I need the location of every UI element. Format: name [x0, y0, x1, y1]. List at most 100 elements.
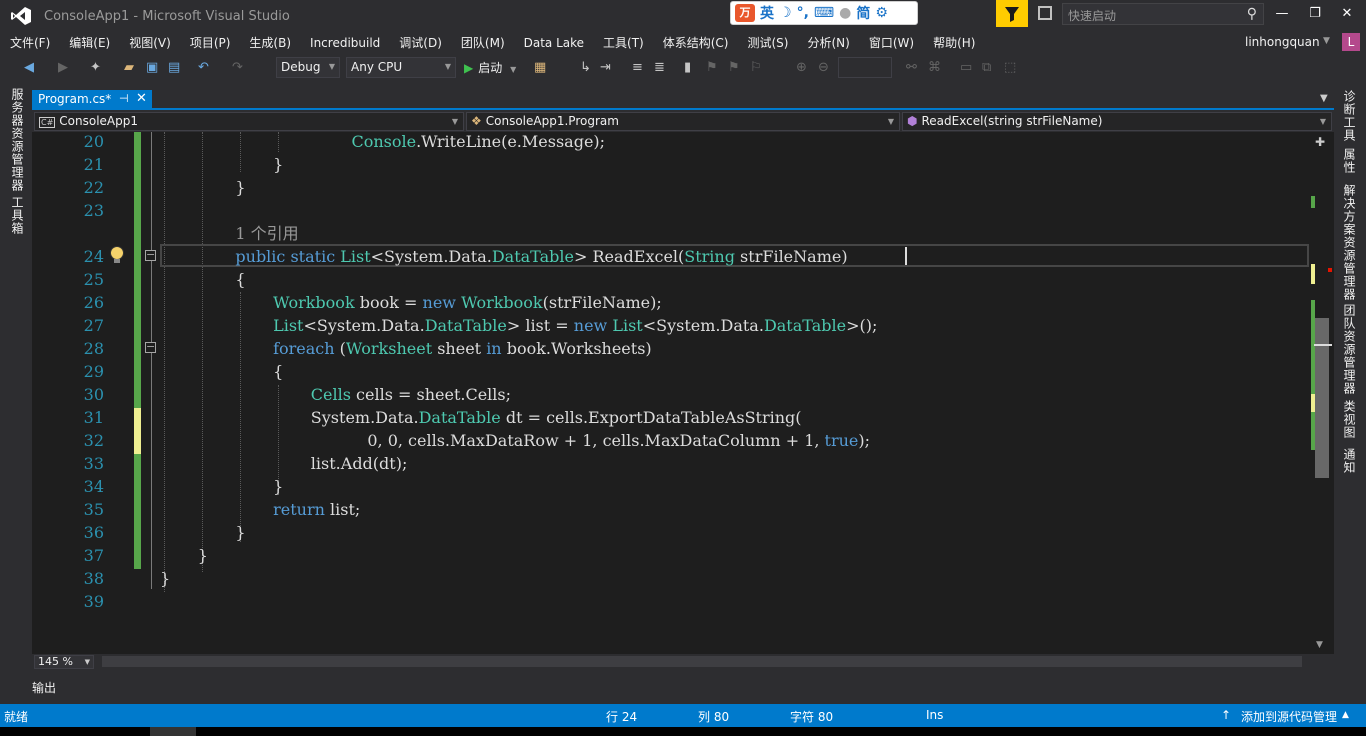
code-line[interactable]: 32 0, 0, cells.MaxDataRow + 1, cells.MaxD…	[32, 429, 1312, 452]
team-explorer-tab[interactable]: 团队资源管理器	[1341, 304, 1358, 395]
code-line[interactable]: 26 Workbook book = new Workbook(strFileNa…	[32, 291, 1312, 314]
undo-icon[interactable]: ↶	[198, 59, 209, 77]
properties-tab[interactable]: 属性	[1341, 148, 1358, 174]
code-line[interactable]: 27 List<System.Data.DataTable> list = new…	[32, 314, 1312, 337]
tab-program-cs[interactable]: Program.cs* ⊣ ✕	[32, 90, 152, 110]
code-editor[interactable]: − − 20 Console.WriteLine(e.Message); 21} 2…	[32, 132, 1334, 654]
menu-team[interactable]: 团队(M)	[461, 34, 505, 51]
restore-icon[interactable]: ❐	[1307, 6, 1323, 22]
window-icon[interactable]: ▭	[960, 59, 972, 77]
menu-help[interactable]: 帮助(H)	[933, 34, 975, 51]
start-debug-button[interactable]: ▶ 启动 ▼	[464, 59, 516, 76]
step-over-icon[interactable]: ⇥	[600, 59, 611, 77]
split-window-icon[interactable]: ✚	[1315, 135, 1325, 149]
menu-tools[interactable]: 工具(T)	[603, 34, 644, 51]
ime-punct-icon[interactable]: °,	[797, 5, 809, 21]
back-icon[interactable]: ◀	[24, 59, 34, 77]
redo-icon[interactable]: ↷	[232, 59, 243, 77]
code-line[interactable]: 20 Console.WriteLine(e.Message);	[32, 132, 1312, 153]
tab-list-dropdown-icon[interactable]: ▼	[1320, 93, 1328, 104]
comment-icon[interactable]: ≡	[632, 59, 643, 77]
code-line[interactable]: 30 Cells cells = sheet.Cells;	[32, 383, 1312, 406]
code-line[interactable]: 22}	[32, 176, 1312, 199]
platform-select[interactable]: Any CPU ▼	[346, 57, 456, 78]
menu-build[interactable]: 生成(B)	[249, 34, 291, 51]
uncomment-icon[interactable]: ≣	[654, 59, 665, 77]
menu-architecture[interactable]: 体系结构(C)	[663, 34, 729, 51]
zoom-in-icon[interactable]: ⊕	[796, 59, 807, 77]
menu-data-lake[interactable]: Data Lake	[524, 36, 584, 50]
quick-launch-input[interactable]: 快速启动 ⚲	[1062, 3, 1264, 25]
ime-settings-icon[interactable]: ⚙	[875, 5, 888, 21]
diagram-icon[interactable]: ⚯	[906, 59, 917, 77]
code-line[interactable]: 35 return list;	[32, 498, 1312, 521]
code-line[interactable]: 36}	[32, 521, 1312, 544]
feedback-filter-button[interactable]	[996, 0, 1028, 27]
server-explorer-tab[interactable]: 服务器资源管理器	[9, 88, 26, 192]
toolbox-tab[interactable]: 工具箱	[9, 196, 26, 235]
horizontal-scrollbar[interactable]	[102, 656, 1302, 667]
menu-view[interactable]: 视图(V)	[129, 34, 171, 51]
avatar[interactable]: L	[1342, 33, 1360, 51]
find-combo[interactable]	[838, 57, 892, 78]
code-line[interactable]: 28 foreach (Worksheet sheet in book.Works…	[32, 337, 1312, 360]
clear-bookmarks-icon[interactable]: ⚐	[750, 59, 762, 77]
codelens-row[interactable]: 1 个引用	[32, 222, 1312, 245]
diagnostic-tools-tab[interactable]: 诊断工具	[1341, 90, 1358, 142]
taskbar-active-app[interactable]	[150, 727, 196, 736]
ime-toolbar[interactable]: 万 英 ☽ °, ⌨ ● 简 ⚙	[730, 1, 918, 25]
prev-bookmark-icon[interactable]: ⚑	[706, 59, 718, 77]
menu-edit[interactable]: 编辑(E)	[69, 34, 110, 51]
toolbar-options-icon[interactable]: ⬚	[1004, 59, 1016, 77]
code-line[interactable]: 33 list.Add(dt);	[32, 452, 1312, 475]
layout-icon[interactable]: ⌘	[928, 59, 941, 77]
code-line[interactable]: 23	[32, 199, 1312, 222]
add-to-source-control-button[interactable]: 添加到源代码管理	[1241, 708, 1337, 725]
code-line[interactable]: 29 {	[32, 360, 1312, 383]
chevron-down-icon[interactable]: ▼	[1323, 36, 1330, 46]
close-icon[interactable]: ✕	[1339, 6, 1355, 22]
save-all-icon[interactable]: ▤	[168, 59, 180, 77]
menu-incredibuild[interactable]: Incredibuild	[310, 36, 380, 50]
codelens-references[interactable]: 1 个引用	[235, 222, 298, 245]
user-name[interactable]: linhongquan	[1245, 35, 1320, 49]
zoom-out-icon[interactable]: ⊖	[818, 59, 829, 77]
new-project-icon[interactable]: ✦	[90, 59, 101, 77]
menu-debug[interactable]: 调试(D)	[399, 34, 442, 51]
member-dropdown[interactable]: ⬢ ReadExcel(string strFileName) ▼	[902, 112, 1332, 131]
bookmark-icon[interactable]: ▮	[684, 59, 691, 77]
step-into-icon[interactable]: ↳	[580, 59, 591, 77]
zoom-select[interactable]: 145 % ▼	[34, 655, 94, 669]
copy-icon[interactable]: ⧉	[982, 59, 991, 77]
notifications-tab[interactable]: 通知	[1341, 448, 1358, 474]
ime-user-icon[interactable]: ●	[839, 5, 851, 21]
browser-link-icon[interactable]: ▦	[534, 59, 546, 77]
menu-file[interactable]: 文件(F)	[10, 34, 50, 51]
pin-icon[interactable]: ⊣	[119, 92, 129, 105]
ime-keyboard-icon[interactable]: ⌨	[814, 5, 834, 21]
menu-window[interactable]: 窗口(W)	[869, 34, 914, 51]
code-line[interactable]: 21}	[32, 153, 1312, 176]
next-bookmark-icon[interactable]: ⚑	[728, 59, 740, 77]
open-file-icon[interactable]: ▰	[124, 59, 134, 77]
search-icon[interactable]: ⚲	[1247, 6, 1257, 22]
code-line[interactable]: 37}	[32, 544, 1312, 567]
ime-script-toggle[interactable]: 简	[856, 3, 870, 23]
menu-test[interactable]: 测试(S)	[748, 34, 789, 51]
code-line[interactable]: 25 {	[32, 268, 1312, 291]
notification-icon[interactable]	[1038, 6, 1052, 20]
code-line[interactable]: 24 public static List<System.Data.DataTab…	[32, 245, 1312, 268]
menu-analyze[interactable]: 分析(N)	[807, 34, 849, 51]
output-panel-tab[interactable]: 输出	[32, 679, 56, 696]
save-icon[interactable]: ▣	[146, 59, 158, 77]
code-line[interactable]: 38}	[32, 567, 1312, 590]
project-dropdown[interactable]: C# ConsoleApp1 ▼	[34, 112, 464, 131]
scrollbar-thumb[interactable]	[1315, 318, 1329, 478]
menu-project[interactable]: 项目(P)	[190, 34, 231, 51]
configuration-select[interactable]: Debug ▼	[276, 57, 340, 78]
close-icon[interactable]: ✕	[136, 91, 147, 106]
ime-lang-toggle[interactable]: 英	[760, 3, 774, 23]
minimize-icon[interactable]: —	[1274, 6, 1290, 22]
chevron-up-icon[interactable]: ▲	[1342, 710, 1349, 720]
code-line[interactable]: 31 System.Data.DataTable dt = cells.Expor…	[32, 406, 1312, 429]
